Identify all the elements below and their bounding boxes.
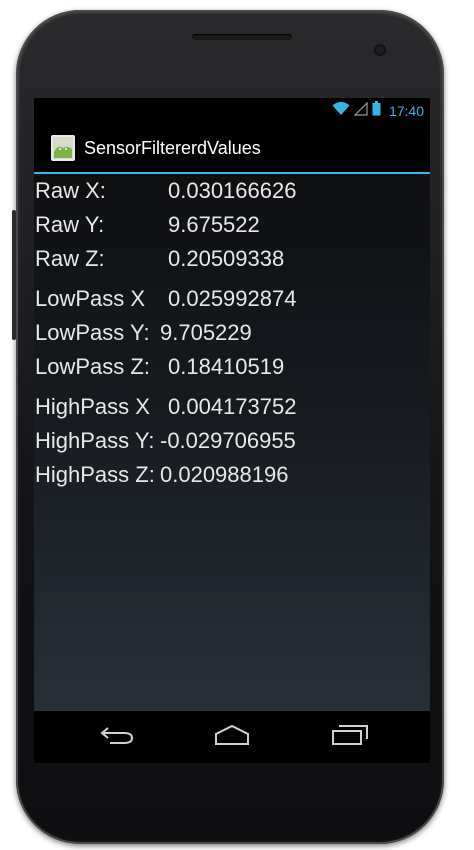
- highpass-z-row: HighPass Z: 0.020988196: [34, 458, 430, 492]
- status-bar: 17:40: [34, 98, 430, 124]
- raw-z-row: Raw Z: 0.20509338: [34, 242, 430, 276]
- raw-y-value: 9.675522: [168, 212, 260, 237]
- highpass-x-value: 0.004173752: [168, 394, 297, 419]
- screen: 17:40 SensorFiltererdValues Raw X: 0.030…: [34, 98, 430, 763]
- highpass-z-label: HighPass Z:: [35, 462, 155, 487]
- highpass-z-value: 0.020988196: [160, 462, 289, 487]
- lowpass-x-value: 0.025992874: [168, 286, 297, 311]
- lowpass-z-row: LowPass Z: 0.18410519: [34, 350, 430, 384]
- back-icon: [100, 724, 136, 751]
- action-bar: SensorFiltererdValues: [34, 124, 430, 174]
- recent-apps-button[interactable]: [320, 721, 380, 753]
- raw-group: Raw X: 0.030166626 Raw Y: 9.675522 Raw Z…: [34, 174, 430, 276]
- signal-icon: [353, 101, 368, 121]
- raw-y-label: Raw Y:: [35, 212, 105, 237]
- lowpass-x-row: LowPass X 0.025992874: [34, 282, 430, 316]
- wifi-icon: [332, 101, 350, 121]
- raw-y-row: Raw Y: 9.675522: [34, 208, 430, 242]
- highpass-y-value: -0.029706955: [160, 428, 296, 453]
- app-title: SensorFiltererdValues: [84, 138, 261, 158]
- front-camera: [374, 44, 386, 56]
- lowpass-z-label: LowPass Z:: [35, 354, 150, 379]
- highpass-y-label: HighPass Y:: [35, 428, 155, 453]
- lowpass-y-value: 9.705229: [160, 320, 252, 345]
- lowpass-z-value: 0.18410519: [168, 354, 285, 379]
- navigation-bar: [34, 711, 430, 763]
- highpass-y-row: HighPass Y: -0.029706955: [34, 424, 430, 458]
- lowpass-y-label: LowPass Y:: [35, 320, 150, 345]
- volume-button: [12, 210, 16, 340]
- highpass-group: HighPass X 0.004173752 HighPass Y: -0.02…: [34, 390, 430, 492]
- home-icon: [212, 724, 252, 751]
- raw-x-value: 0.030166626: [168, 178, 297, 203]
- earpiece-speaker: [192, 34, 292, 40]
- raw-x-row: Raw X: 0.030166626: [34, 174, 430, 208]
- raw-x-label: Raw X:: [35, 178, 106, 203]
- highpass-x-label: HighPass X: [35, 394, 150, 419]
- android-app-icon[interactable]: [50, 134, 76, 162]
- home-button[interactable]: [202, 721, 262, 753]
- sensor-values: Raw X: 0.030166626 Raw Y: 9.675522 Raw Z…: [34, 174, 430, 498]
- recent-apps-icon: [331, 724, 369, 751]
- lowpass-x-label: LowPass X: [35, 286, 146, 311]
- back-button[interactable]: [88, 721, 148, 753]
- status-time: 17:40: [388, 103, 424, 119]
- status-icons: 17:40: [332, 101, 424, 121]
- battery-icon: [372, 101, 381, 121]
- lowpass-y-row: LowPass Y: 9.705229: [34, 316, 430, 350]
- highpass-x-row: HighPass X 0.004173752: [34, 390, 430, 424]
- raw-z-label: Raw Z:: [35, 246, 105, 271]
- lowpass-group: LowPass X 0.025992874 LowPass Y: 9.70522…: [34, 282, 430, 384]
- raw-z-value: 0.20509338: [168, 246, 285, 271]
